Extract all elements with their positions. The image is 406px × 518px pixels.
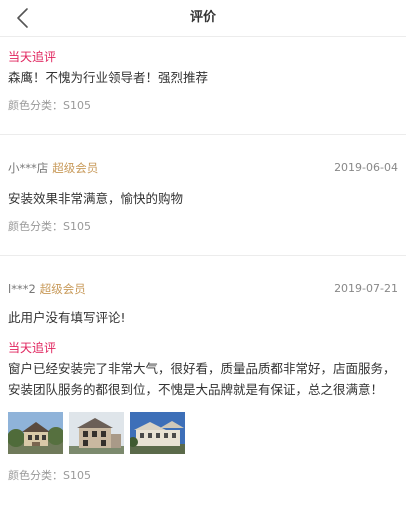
review-text: 安装效果非常满意，愉快的购物 bbox=[8, 191, 184, 206]
followup-label: 当天追评 bbox=[8, 341, 57, 355]
review-text: 此用户没有填写评论! bbox=[8, 310, 126, 325]
review-item: l***2 超级会员 2019-07-21 此用户没有填写评论! 当天追评 窗户已… bbox=[0, 256, 406, 484]
review-meta: 小***店 超级会员 2019-06-04 bbox=[8, 160, 398, 176]
spec-text: 颜色分类：S105 bbox=[8, 469, 91, 482]
member-badge: 超级会员 bbox=[39, 282, 86, 296]
reviewer-name: 小***店 bbox=[8, 161, 49, 175]
followup-text: 森鹰！不愧为行业领导者！强烈推荐 bbox=[8, 70, 209, 85]
spec-text: 颜色分类：S105 bbox=[8, 220, 91, 233]
review-page: 评价 当天追评 森鹰！不愧为行业领导者！强烈推荐 颜色分类：S105 小***店… bbox=[0, 0, 406, 518]
followup-label: 当天追评 bbox=[8, 50, 57, 64]
review-item: 当天追评 森鹰！不愧为行业领导者！强烈推荐 颜色分类：S105 bbox=[0, 37, 406, 114]
review-photo[interactable] bbox=[130, 412, 185, 454]
spec-text: 颜色分类：S105 bbox=[8, 99, 91, 112]
review-meta: l***2 超级会员 2019-07-21 bbox=[8, 281, 398, 297]
review-date: 2019-07-21 bbox=[334, 282, 398, 295]
review-item: 小***店 超级会员 2019-06-04 安装效果非常满意，愉快的购物 颜色分类… bbox=[0, 135, 406, 235]
top-bar: 评价 bbox=[0, 0, 406, 37]
followup-text: 窗户已经安装完了非常大气，很好看，质量品质都非常好，店面服务，安装团队服务的都很… bbox=[8, 361, 396, 397]
review-photo[interactable] bbox=[69, 412, 124, 454]
review-photo[interactable] bbox=[8, 412, 63, 454]
review-photos bbox=[8, 412, 398, 454]
page-title: 评价 bbox=[189, 10, 216, 25]
review-date: 2019-06-04 bbox=[334, 161, 398, 174]
member-badge: 超级会员 bbox=[52, 161, 99, 175]
reviewer-name: l***2 bbox=[8, 282, 36, 296]
